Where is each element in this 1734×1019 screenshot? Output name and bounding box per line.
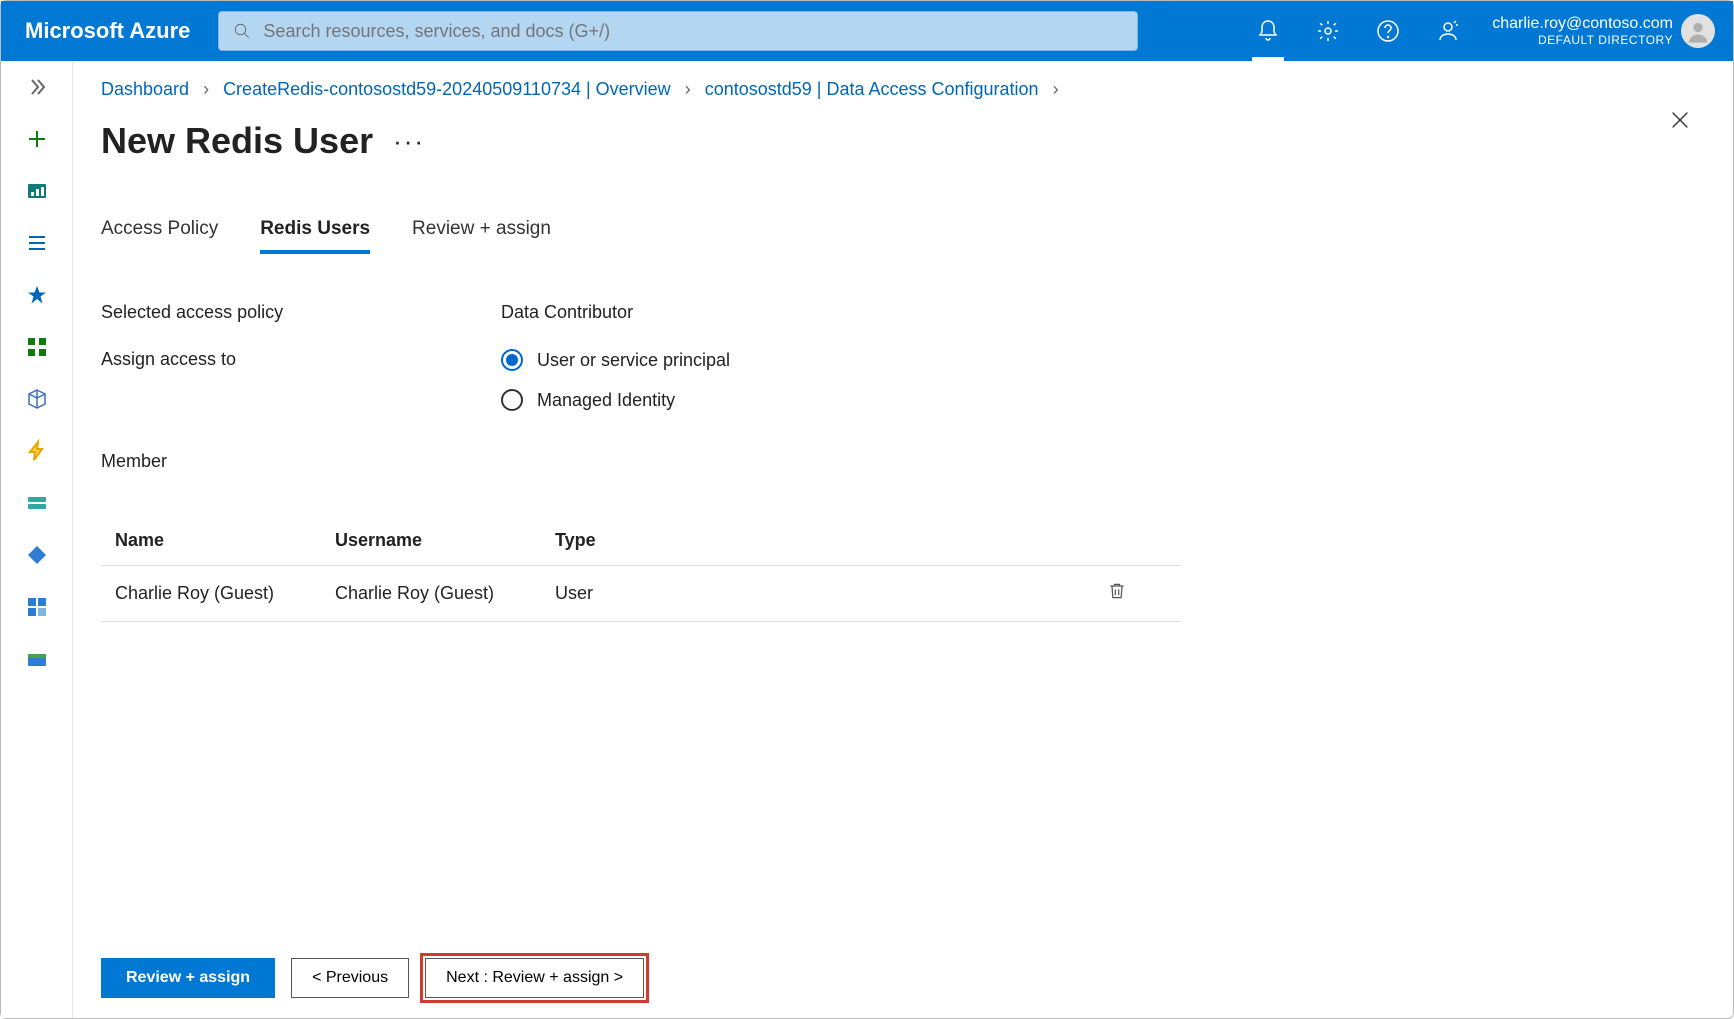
create-resource-button[interactable] <box>17 123 57 155</box>
radio-label: User or service principal <box>537 350 730 371</box>
feedback-button[interactable] <box>1418 1 1478 61</box>
delete-member-button[interactable] <box>1107 580 1167 607</box>
virtual-machines-button[interactable] <box>17 591 57 623</box>
feedback-icon <box>1436 19 1460 43</box>
radio-icon <box>501 389 523 411</box>
cell-username: Charlie Roy (Guest) <box>335 583 555 604</box>
selected-access-policy-value: Data Contributor <box>501 302 633 323</box>
next-button[interactable]: Next : Review + assign > <box>425 958 644 998</box>
breadcrumb-item[interactable]: Dashboard <box>101 79 189 100</box>
azure-ad-button[interactable] <box>17 539 57 571</box>
cell-name: Charlie Roy (Guest) <box>115 583 335 604</box>
left-rail <box>1 61 73 1018</box>
vm-grid-icon <box>25 595 49 619</box>
member-heading: Member <box>101 451 1181 472</box>
tab-redis-users[interactable]: Redis Users <box>260 218 370 254</box>
wizard-footer: Review + assign < Previous Next : Review… <box>101 958 644 998</box>
chevron-right-icon: › <box>1053 79 1059 100</box>
radio-label: Managed Identity <box>537 390 675 411</box>
plus-icon <box>25 127 49 151</box>
page-title: New Redis User <box>101 120 373 162</box>
previous-button[interactable]: < Previous <box>291 958 409 998</box>
chevron-right-icon: › <box>203 79 209 100</box>
help-icon <box>1376 19 1400 43</box>
brand-logo[interactable]: Microsoft Azure <box>25 18 190 44</box>
table-header: Name Username Type <box>101 516 1181 566</box>
radio-managed-identity[interactable]: Managed Identity <box>501 389 730 411</box>
storage-accounts-button[interactable] <box>17 643 57 675</box>
gear-icon <box>1316 19 1340 43</box>
user-email: charlie.roy@contoso.com <box>1492 14 1673 33</box>
notifications-button[interactable] <box>1238 1 1298 61</box>
selected-access-policy-label: Selected access policy <box>101 302 501 323</box>
storage-icon <box>25 647 49 671</box>
chevrons-right-icon <box>25 75 49 99</box>
all-services-button[interactable] <box>17 227 57 259</box>
expand-menu-button[interactable] <box>17 71 57 103</box>
main-content: Dashboard › CreateRedis-contosostd59-202… <box>73 61 1733 1018</box>
star-icon <box>25 283 49 307</box>
lightning-icon <box>25 439 49 463</box>
user-icon <box>1684 17 1712 45</box>
col-username: Username <box>335 530 555 551</box>
members-table: Name Username Type Charlie Roy (Guest) C… <box>101 516 1181 622</box>
favorites-button[interactable] <box>17 279 57 311</box>
tab-review-assign[interactable]: Review + assign <box>412 218 551 254</box>
service-dashboard-button[interactable] <box>17 175 57 207</box>
table-row: Charlie Roy (Guest) Charlie Roy (Guest) … <box>101 566 1181 622</box>
list-icon <box>25 231 49 255</box>
cube-icon <box>25 387 49 411</box>
sql-databases-button[interactable] <box>17 487 57 519</box>
trash-icon <box>1107 580 1127 602</box>
search-input[interactable] <box>263 21 1123 42</box>
avatar[interactable] <box>1681 14 1715 48</box>
wizard-tabs: Access Policy Redis Users Review + assig… <box>101 218 1705 254</box>
col-name: Name <box>115 530 335 551</box>
dashboard-icon <box>25 179 49 203</box>
tab-access-policy[interactable]: Access Policy <box>101 218 218 254</box>
top-bar: Microsoft Azure charlie.roy@contoso.com … <box>1 1 1733 61</box>
app-services-button[interactable] <box>17 435 57 467</box>
col-type: Type <box>555 530 775 551</box>
review-assign-button[interactable]: Review + assign <box>101 958 275 998</box>
assign-access-to-label: Assign access to <box>101 349 501 370</box>
settings-button[interactable] <box>1298 1 1358 61</box>
assign-access-radio-group: User or service principal Managed Identi… <box>501 349 730 411</box>
chevron-right-icon: › <box>685 79 691 100</box>
global-search[interactable] <box>218 11 1138 51</box>
help-button[interactable] <box>1358 1 1418 61</box>
breadcrumb-item[interactable]: contosostd59 | Data Access Configuration <box>705 79 1039 100</box>
radio-user-or-service-principal[interactable]: User or service principal <box>501 349 730 371</box>
cell-type: User <box>555 583 775 604</box>
diamond-icon <box>25 543 49 567</box>
all-resources-button[interactable] <box>17 331 57 363</box>
breadcrumb-item[interactable]: CreateRedis-contosostd59-20240509110734 … <box>223 79 671 100</box>
grid-icon <box>25 335 49 359</box>
user-directory: DEFAULT DIRECTORY <box>1538 33 1673 47</box>
top-toolbar <box>1238 1 1478 61</box>
radio-icon <box>501 349 523 371</box>
close-icon <box>1669 109 1691 131</box>
search-icon <box>233 22 251 40</box>
resource-groups-button[interactable] <box>17 383 57 415</box>
account-button[interactable]: charlie.roy@contoso.com DEFAULT DIRECTOR… <box>1492 14 1673 48</box>
close-button[interactable] <box>1669 109 1691 136</box>
breadcrumb: Dashboard › CreateRedis-contosostd59-202… <box>101 79 1705 100</box>
server-icon <box>25 491 49 515</box>
bell-icon <box>1256 19 1280 43</box>
more-actions-button[interactable]: ··· <box>393 126 425 157</box>
